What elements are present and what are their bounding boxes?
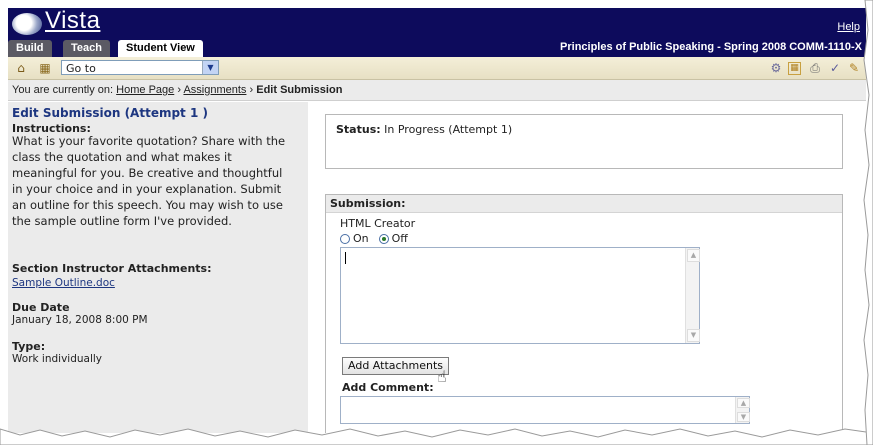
radio-off-label: Off	[391, 232, 408, 245]
add-attachments-button[interactable]: Add Attachments	[342, 357, 450, 375]
attachments-label: Section Instructor Attachments:	[12, 262, 212, 275]
submission-textarea[interactable]: ▲ ▼	[340, 247, 700, 344]
page-title: Edit Submission (Attempt 1 )	[12, 106, 208, 120]
vista-logo[interactable]: Vista	[12, 8, 108, 36]
radio-on[interactable]	[340, 233, 350, 244]
due-date-label: Due Date	[12, 301, 70, 314]
course-title: Principles of Public Speaking - Spring 2…	[560, 41, 862, 53]
breadcrumb-home-link[interactable]: Home Page	[116, 84, 174, 96]
chat-icon[interactable]: ✎	[847, 61, 861, 75]
help-link[interactable]: Help	[837, 21, 860, 33]
html-creator-toggle: On Off	[340, 232, 408, 245]
breadcrumb-prefix: You are currently on:	[12, 84, 114, 96]
textarea-scrollbar[interactable]: ▲ ▼	[685, 248, 700, 343]
home-icon[interactable]: ⌂	[14, 61, 28, 75]
breadcrumb-separator: ›	[177, 84, 181, 96]
goto-select-value: Go to	[66, 62, 96, 75]
breadcrumb: You are currently on: Home Page › Assign…	[8, 80, 866, 101]
globe-logo-icon	[12, 13, 42, 35]
status-value: In Progress (Attempt 1)	[384, 123, 513, 136]
radio-on-label: On	[353, 232, 369, 245]
print-icon[interactable]: ⎙	[808, 61, 822, 75]
type-label: Type:	[12, 340, 46, 353]
tab-row: Build Teach Student View Principles of P…	[8, 38, 866, 57]
scroll-down-icon[interactable]: ▼	[687, 329, 700, 342]
type-value: Work individually	[12, 353, 103, 365]
text-caret	[345, 252, 346, 264]
breadcrumb-assignments-link[interactable]: Assignments	[183, 84, 246, 96]
submission-box: Submission: HTML Creator On Off ▲ ▼ Add …	[325, 194, 843, 433]
comment-scrollbar[interactable]: ▲ ▼	[735, 397, 750, 423]
logo-text: Vista	[45, 8, 101, 34]
submission-panel: Status: In Progress (Attempt 1) Submissi…	[308, 102, 866, 433]
scroll-up-icon[interactable]: ▲	[687, 249, 700, 262]
scroll-up-icon[interactable]: ▲	[737, 398, 750, 408]
status-line: Status: In Progress (Attempt 1)	[336, 123, 512, 136]
goto-select[interactable]: Go to ▼	[61, 60, 219, 75]
chevron-down-icon[interactable]: ▼	[202, 61, 218, 74]
tab-teach[interactable]: Teach	[63, 40, 110, 57]
submission-header: Submission:	[326, 195, 842, 213]
torn-edge-bottom	[0, 428, 873, 445]
sample-outline-link[interactable]: Sample Outline.doc	[12, 277, 115, 289]
add-comment-label: Add Comment:	[342, 381, 434, 394]
status-box: Status: In Progress (Attempt 1)	[325, 114, 843, 169]
comment-textarea[interactable]: ▲ ▼	[340, 396, 750, 424]
pin-icon[interactable]: ✓	[828, 61, 842, 75]
vista-window: Vista Help Build Teach Student View Prin…	[8, 8, 866, 433]
due-date-value: January 18, 2008 8:00 PM	[12, 314, 148, 326]
tools-icon[interactable]: ⚙	[769, 61, 783, 75]
toolbar: ⌂ ▦ Go to ▼ ⚙ ▦ ⎙ ✓ ✎	[8, 57, 866, 80]
tab-student-view[interactable]: Student View	[118, 40, 203, 57]
breadcrumb-current: Edit Submission	[256, 84, 343, 96]
torn-edge-right	[863, 0, 873, 445]
status-label: Status:	[336, 123, 381, 136]
header-bar: Vista Help	[8, 8, 866, 38]
html-creator-label: HTML Creator	[340, 217, 416, 230]
tab-build[interactable]: Build	[8, 40, 52, 57]
notes-icon[interactable]: ▦	[788, 62, 801, 75]
radio-off[interactable]	[378, 233, 389, 244]
instructions-text: What is your favorite quotation? Share w…	[12, 134, 286, 228]
breadcrumb-separator: ›	[249, 84, 254, 96]
course-menu-icon[interactable]: ▦	[38, 61, 52, 75]
hand-cursor-icon: ☝	[437, 367, 447, 386]
assignment-details-panel: Edit Submission (Attempt 1 ) Instruction…	[8, 102, 308, 433]
